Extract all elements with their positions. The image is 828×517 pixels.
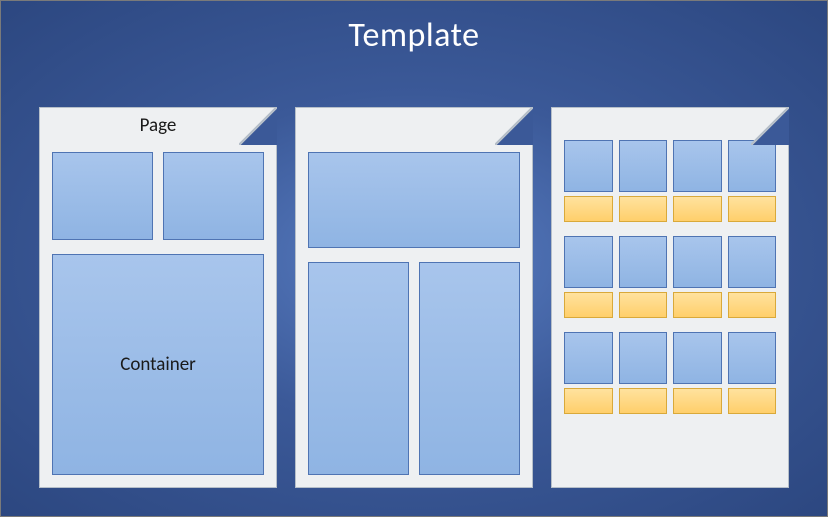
pages-row: Page Container [39, 107, 789, 488]
grid-row-yellow [564, 388, 776, 414]
grid-row-blue [564, 140, 776, 192]
grid-cell-yellow [564, 388, 613, 414]
grid-cell-blue [728, 332, 777, 384]
grid-cell-blue [728, 236, 777, 288]
grid-row-blue [564, 236, 776, 288]
page1-bottom-row: Container [52, 254, 264, 475]
container-block [163, 152, 264, 240]
grid-cell-yellow [728, 292, 777, 318]
grid-cell-blue [673, 140, 722, 192]
page1-top-row [52, 152, 264, 240]
diagram-title: Template [1, 1, 827, 56]
grid-row-yellow [564, 292, 776, 318]
grid-cell-yellow [564, 196, 613, 222]
page3-groups [564, 140, 776, 475]
container-block [308, 152, 520, 248]
grid-cell-yellow [673, 292, 722, 318]
grid-cell-yellow [619, 292, 668, 318]
grid-cell-yellow [619, 196, 668, 222]
grid-row-blue [564, 332, 776, 384]
grid-cell-blue [564, 236, 613, 288]
container-block [308, 262, 409, 475]
grid-cell-yellow [564, 292, 613, 318]
grid-cell-blue [673, 332, 722, 384]
grid-group [564, 236, 776, 318]
page-card-1: Page Container [39, 107, 277, 488]
container-block [419, 262, 520, 475]
grid-cell-yellow [728, 388, 777, 414]
page-card-2 [295, 107, 533, 488]
grid-cell-blue [673, 236, 722, 288]
grid-cell-yellow [728, 196, 777, 222]
grid-cell-blue [728, 140, 777, 192]
grid-cell-blue [564, 140, 613, 192]
container-block-labeled: Container [52, 254, 264, 475]
grid-cell-blue [619, 140, 668, 192]
container-block [52, 152, 153, 240]
grid-group [564, 332, 776, 414]
grid-cell-yellow [673, 196, 722, 222]
grid-row-yellow [564, 196, 776, 222]
grid-cell-yellow [673, 388, 722, 414]
grid-cell-yellow [619, 388, 668, 414]
page-card-3 [551, 107, 789, 488]
grid-cell-blue [619, 236, 668, 288]
grid-group [564, 140, 776, 222]
grid-cell-blue [619, 332, 668, 384]
page2-bottom-row [308, 262, 520, 475]
page2-top-row [308, 152, 520, 248]
page-label: Page [40, 114, 276, 137]
grid-cell-blue [564, 332, 613, 384]
